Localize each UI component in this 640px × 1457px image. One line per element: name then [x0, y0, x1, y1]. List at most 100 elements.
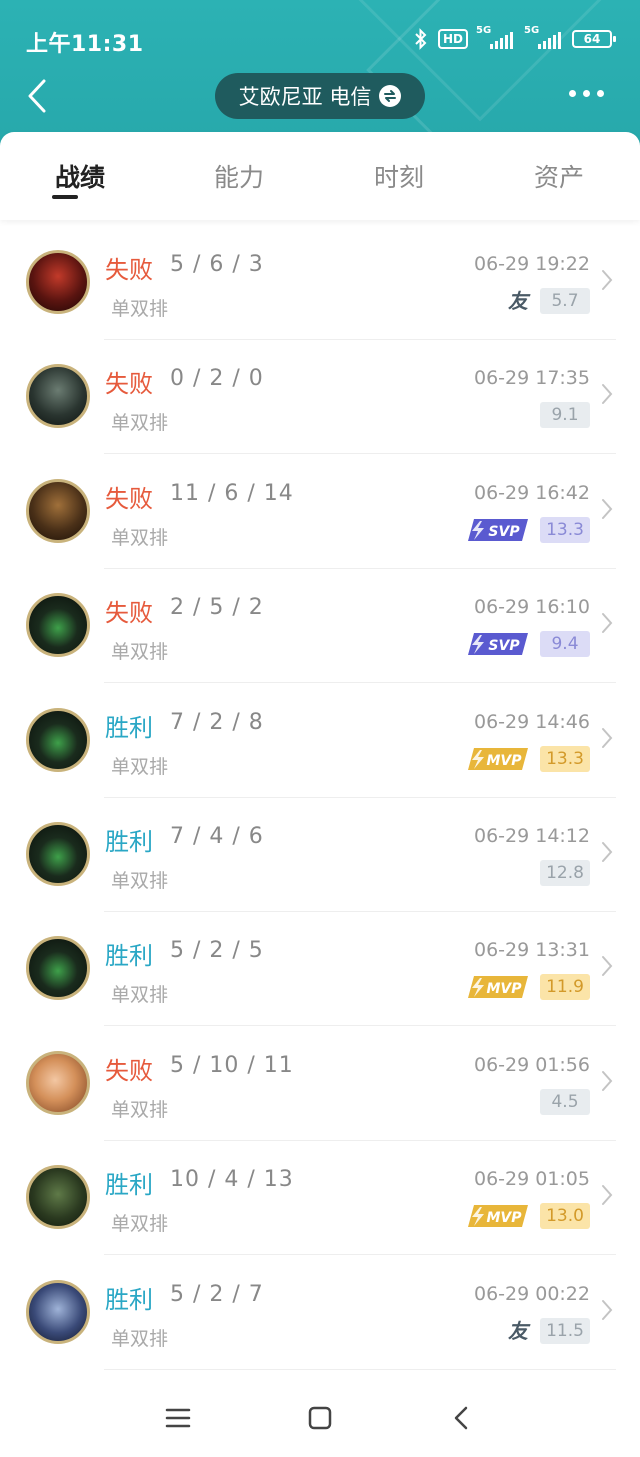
chevron-right-icon: [602, 1299, 613, 1320]
menu-icon[interactable]: [160, 1400, 196, 1436]
app-header: 上午11:31 HD 5G 5G 64 艾欧尼亚 电信: [0, 0, 640, 150]
match-score: 11.9: [540, 974, 590, 1001]
badge-label: MVP: [486, 753, 522, 769]
match-row[interactable]: 胜利 7 / 2 / 8 单双排 06-29 14:46 13.3 MVP: [0, 684, 640, 798]
kda-text: 11 / 6 / 14: [170, 480, 294, 506]
queue-mode: 单双排: [111, 641, 169, 664]
chevron-right-icon: [602, 1185, 613, 1206]
match-score: 13.3: [540, 745, 590, 772]
match-score: 12.8: [540, 860, 590, 886]
queue-mode: 单双排: [111, 526, 169, 549]
match-result: 胜利: [105, 1171, 153, 1200]
status-icons: HD 5G 5G 64: [412, 25, 616, 50]
mvp-badge-icon: MVP: [468, 976, 528, 999]
champion-avatar: [26, 1279, 90, 1344]
match-score: 9.4: [540, 631, 590, 658]
queue-mode: 单双排: [111, 984, 169, 1007]
back-button[interactable]: [22, 78, 52, 114]
champion-avatar: [26, 1165, 90, 1230]
match-result: 失败: [105, 484, 153, 513]
system-nav-bar: [0, 1380, 640, 1457]
champion-avatar: [26, 593, 90, 658]
more-dots-icon[interactable]: [569, 90, 604, 97]
champion-avatar: [26, 364, 90, 429]
status-time: 上午11:31: [26, 32, 144, 57]
chevron-right-icon: [602, 956, 613, 977]
match-row[interactable]: 胜利 10 / 4 / 13 单双排 06-29 01:05 13.0 MVP: [0, 1141, 640, 1256]
match-time: 06-29 14:46: [473, 710, 590, 733]
match-score: 13.0: [540, 1203, 590, 1230]
tab-moments[interactable]: 时刻: [349, 158, 449, 194]
match-score: 11.5: [540, 1317, 590, 1344]
friend-badge-icon: 友: [508, 1318, 528, 1343]
match-time: 06-29 16:10: [473, 596, 590, 619]
match-result: 胜利: [105, 942, 153, 971]
friend-badge-icon: 友: [508, 289, 528, 313]
badge-label: SVP: [488, 638, 520, 654]
queue-mode: 单双排: [111, 298, 169, 320]
tab-bar: 战绩 能力 时刻 资产: [0, 132, 640, 220]
match-row[interactable]: 胜利 7 / 4 / 6 单双排 06-29 14:12 12.8: [0, 798, 640, 912]
chevron-right-icon: [602, 1070, 613, 1091]
tab-ability[interactable]: 能力: [189, 158, 289, 194]
match-time: 06-29 13:31: [473, 939, 590, 962]
kda-text: 0 / 2 / 0: [170, 366, 264, 392]
chevron-right-icon: [602, 384, 613, 405]
queue-mode: 单双排: [111, 1098, 169, 1121]
match-result: 失败: [105, 1056, 153, 1085]
match-time: 06-29 17:35: [473, 367, 590, 390]
server-name: 艾欧尼亚 电信: [238, 85, 372, 109]
champion-avatar: [26, 1050, 90, 1115]
back-icon[interactable]: [444, 1400, 480, 1436]
queue-mode: 单双排: [111, 1213, 169, 1236]
server-switch-button[interactable]: 艾欧尼亚 电信: [215, 73, 425, 119]
kda-text: 10 / 4 / 13: [170, 1167, 294, 1193]
champion-avatar: [26, 478, 90, 543]
match-result: 胜利: [105, 713, 153, 742]
queue-mode: 单双排: [111, 412, 169, 435]
chevron-right-icon: [602, 727, 613, 748]
match-time: 06-29 00:22: [473, 1282, 590, 1305]
kda-text: 7 / 2 / 8: [170, 709, 264, 735]
match-row[interactable]: 胜利 5 / 2 / 5 单双排 06-29 13:31 11.9 MVP: [0, 912, 640, 1027]
hd-badge: HD: [437, 29, 468, 49]
match-time: 06-29 16:42: [473, 481, 590, 504]
active-tab-indicator: [52, 195, 78, 199]
match-score: 9.1: [540, 402, 590, 429]
signal-icon: 5G: [476, 25, 516, 49]
match-result: 失败: [105, 370, 153, 399]
match-row[interactable]: 胜利 5 / 2 / 7 单双排 06-29 00:22 11.5 友: [0, 1256, 640, 1370]
match-time: 06-29 14:12: [473, 825, 590, 847]
queue-mode: 单双排: [111, 870, 169, 892]
chevron-right-icon: [602, 613, 613, 634]
chevron-right-icon: [602, 842, 613, 862]
match-row[interactable]: 失败 11 / 6 / 14 单双排 06-29 16:42 13.3 SVP: [0, 455, 640, 569]
badge-label: MVP: [486, 981, 522, 997]
match-score: 5.7: [540, 288, 590, 314]
queue-mode: 单双排: [111, 1327, 169, 1350]
chevron-right-icon: [602, 270, 613, 290]
match-row[interactable]: 失败 5 / 6 / 3 单双排 06-29 19:22 5.7 友: [0, 226, 640, 340]
kda-text: 5 / 6 / 3: [170, 252, 264, 277]
champion-avatar: [26, 822, 90, 886]
row-divider: [104, 1368, 616, 1370]
kda-text: 5 / 2 / 5: [170, 938, 264, 964]
match-time: 06-29 01:05: [473, 1168, 590, 1191]
swap-icon: [379, 85, 402, 107]
match-result: 失败: [105, 599, 153, 628]
tab-record[interactable]: 战绩: [30, 158, 130, 194]
match-row[interactable]: 失败 2 / 5 / 2 单双排 06-29 16:10 9.4 SVP: [0, 569, 640, 684]
match-row[interactable]: 失败 0 / 2 / 0 单双排 06-29 17:35 9.1: [0, 340, 640, 455]
kda-text: 5 / 2 / 7: [170, 1281, 264, 1307]
kda-text: 5 / 10 / 11: [170, 1052, 294, 1078]
tab-assets[interactable]: 资产: [509, 158, 609, 194]
kda-text: 7 / 4 / 6: [170, 824, 264, 849]
signal-icon: 5G: [524, 25, 564, 49]
match-result: 胜利: [105, 1285, 153, 1314]
match-row[interactable]: 失败 5 / 10 / 11 单双排 06-29 01:56 4.5: [0, 1027, 640, 1141]
status-bar: 上午11:31 HD 5G 5G 64: [0, 24, 640, 58]
svp-badge-icon: SVP: [468, 518, 528, 541]
match-result: 失败: [105, 256, 153, 284]
home-icon[interactable]: [302, 1400, 338, 1436]
mvp-badge-icon: MVP: [468, 747, 528, 770]
